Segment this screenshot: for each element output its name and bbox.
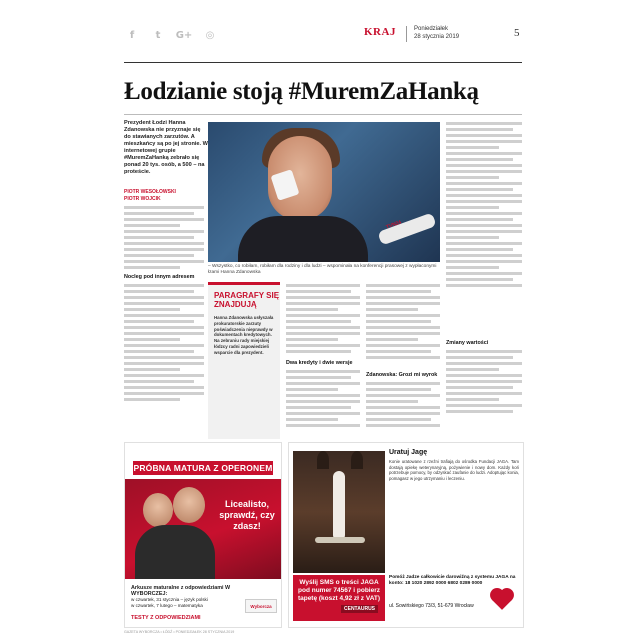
section-label: KRAJ <box>364 26 396 38</box>
byline-author-1: PIOTR WESOŁOWSKI <box>124 189 176 195</box>
matura-ad-date-2: w czwartek, 7 lutego – matematyka <box>131 603 203 608</box>
byline: PIOTR WESOŁOWSKI PIOTR WOJCIK <box>124 189 176 202</box>
adopt-address: ul. Sowińskiego 73/3, 51-679 Wrocław <box>389 603 474 609</box>
sms-box: Wyślij SMS o treści JAGA pod numer 74567… <box>293 575 385 621</box>
wyborcza-logo: Wyborcza <box>245 599 277 613</box>
sidebar-box: PARAGRAFY SIĘ ZNAJDUJĄ Hanna Zdanowska u… <box>208 282 280 439</box>
matura-ad-tests: TESTY Z ODPOWIEDZIAMI <box>131 615 201 621</box>
sidebar-box-title: PARAGRAFY SIĘ ZNAJDUJĄ <box>214 291 280 309</box>
body-column-3b <box>366 382 440 430</box>
sidebar-box-text: Hanna Zdanowska usłyszała prokuratorskie… <box>214 315 274 355</box>
adopt-bank-account: Pomóż Jadze całkowicie darowiźną z syste… <box>389 575 516 586</box>
matura-ad-slogan: Licealisto, sprawdź, czy zdasz! <box>219 499 275 531</box>
twitter-icon[interactable]: t <box>150 28 166 42</box>
body-column-1 <box>124 206 204 272</box>
social-bar: f t G+ ◎ <box>124 28 218 42</box>
horse-photo <box>293 451 385 573</box>
body-column-right <box>446 122 522 290</box>
section-divider <box>406 26 407 42</box>
subhead-1: Nocleg pod innym adresem <box>124 274 195 280</box>
matura-ad-info-title: Arkusze maturalne z odpowiedziami W WYBO… <box>131 585 231 597</box>
matura-ad-banner: PRÓBNA MATURA Z OPERONEM <box>133 461 273 475</box>
headline: Łodzianie stoją #MuremZaHanką <box>124 78 479 105</box>
headline-rule <box>124 114 522 115</box>
adopt-text: Konie uratowane z rzeźni trafiają do ośr… <box>389 459 519 481</box>
page-footer: GAZETA WYBORCZA • ŁÓDŹ • PONIEDZIAŁEK 28… <box>124 630 235 634</box>
adopt-title: Uratuj Jagę <box>389 449 428 456</box>
body-column-2 <box>286 284 360 356</box>
byline-author-2: PIOTR WOJCIK <box>124 195 161 202</box>
matura-ad-info: Arkusze maturalne z odpowiedziami W WYBO… <box>131 585 231 609</box>
facebook-icon[interactable]: f <box>124 28 140 42</box>
body-column-right-b <box>446 350 522 416</box>
date-label: 28 stycznia 2019 <box>414 34 460 40</box>
subhead-3: Zdanowska: Grozi mi wyrok <box>366 372 438 378</box>
body-column-1b <box>124 284 204 404</box>
heart-icon <box>492 590 512 610</box>
article-lead: Prezydent Łodzi Hanna Zdanowska nie przy… <box>124 120 208 175</box>
body-column-3 <box>366 284 440 362</box>
subhead-2: Dwa kredyty i dwie wersje <box>286 360 353 366</box>
hanna-zdanowska-photo: TVN24 <box>208 122 440 262</box>
top-rule <box>124 62 522 63</box>
matura-ad[interactable]: PRÓBNA MATURA Z OPERONEM Licealisto, spr… <box>124 442 282 628</box>
newspaper-page: f t G+ ◎ KRAJ Poniedziałek 28 stycznia 2… <box>112 6 526 634</box>
subhead-4: Zmiany wartości <box>446 340 489 346</box>
instagram-icon[interactable]: ◎ <box>202 28 218 42</box>
sms-text: Wyślij SMS o treści JAGA pod numer 74567… <box>297 579 381 602</box>
photo-caption: – Wszystko, co robiłam, robiłam dla rodz… <box>208 264 437 275</box>
page-number: 5 <box>514 27 520 39</box>
date-block: Poniedziałek 28 stycznia 2019 <box>414 25 459 41</box>
centaurus-logo: CENTAURUS <box>341 605 379 613</box>
body-column-2b <box>286 370 360 430</box>
day-label: Poniedziałek <box>414 26 449 32</box>
googleplus-icon[interactable]: G+ <box>176 28 193 42</box>
horse-adoption-ad[interactable]: Uratuj Jagę Konie uratowane z rzeźni tra… <box>288 442 524 628</box>
